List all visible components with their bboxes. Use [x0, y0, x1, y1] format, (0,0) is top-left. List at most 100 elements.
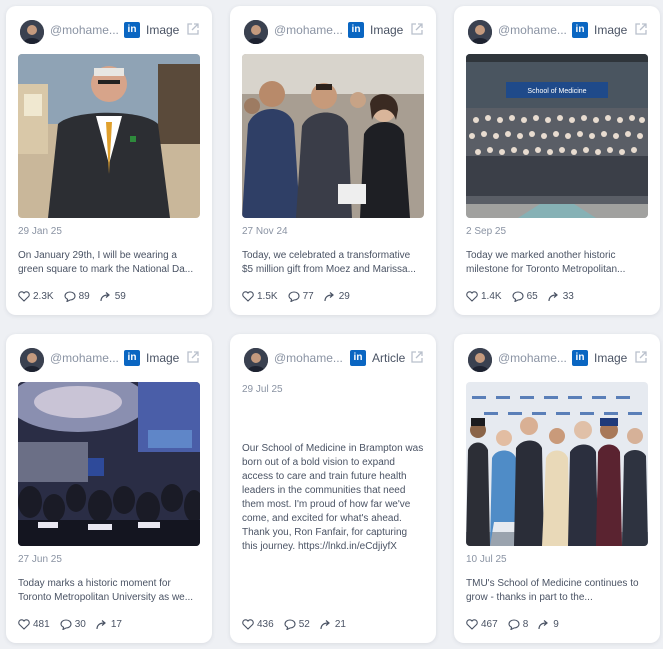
shares-count: 29 [338, 290, 350, 302]
avatar[interactable] [468, 20, 492, 44]
post-date: 29 Jan 25 [18, 226, 62, 237]
comments-count: 30 [74, 618, 86, 630]
share-icon [538, 619, 549, 629]
avatar[interactable] [244, 20, 268, 44]
post-card[interactable]: @mohame... in Article 29 Jul 25 Our Scho… [230, 334, 436, 643]
external-link-icon[interactable] [410, 350, 424, 364]
post-type-label: Image [146, 23, 180, 37]
card-header: @mohame... in Image [454, 6, 660, 54]
shares-stat: 33 [548, 291, 574, 302]
photo-sign-text: School of Medicine [527, 88, 586, 95]
linkedin-icon: in [572, 22, 588, 38]
external-link-icon[interactable] [186, 350, 200, 364]
comments-stat: 77 [288, 291, 314, 302]
avatar[interactable] [244, 348, 268, 372]
likes-stat: 1.5K [242, 291, 278, 302]
comments-stat: 30 [60, 619, 86, 630]
comment-icon [64, 290, 76, 302]
engagement-stats: 1.4K 65 33 [466, 289, 574, 303]
post-excerpt: Today, we celebrated a transformative $5… [242, 250, 416, 275]
heart-icon [242, 290, 254, 302]
post-card[interactable]: @mohame... in Image 29 Jan 25 On January… [6, 6, 212, 315]
comment-icon [288, 290, 300, 302]
author-handle[interactable]: @mohame... [498, 351, 566, 365]
comments-stat: 65 [512, 291, 538, 302]
post-card[interactable]: @mohame... in Image School of Medicine 2… [454, 6, 660, 315]
social-feed-grid: @mohame... in Image 29 Jan 25 On January… [0, 0, 663, 649]
linkedin-icon: in [348, 22, 364, 38]
engagement-stats: 1.5K 77 29 [242, 289, 350, 303]
card-header: @mohame... in Image [6, 6, 212, 54]
post-excerpt: On January 29th, I will be wearing a gre… [18, 250, 194, 275]
likes-count: 436 [257, 618, 274, 630]
comment-icon [284, 618, 296, 630]
post-image[interactable] [242, 54, 424, 218]
shares-stat: 29 [324, 291, 350, 302]
linkedin-icon: in [350, 350, 366, 366]
post-card[interactable]: @mohame... in Image 10 Jul 25 TMU's Scho… [454, 334, 660, 643]
post-date: 27 Nov 24 [242, 226, 288, 237]
linkedin-icon: in [124, 350, 140, 366]
post-card[interactable]: @mohame... in Image 27 Jun 25 Today mark… [6, 334, 212, 643]
engagement-stats: 2.3K 89 59 [18, 289, 126, 303]
comments-count: 8 [522, 618, 529, 630]
heart-icon [466, 618, 478, 630]
comments-count: 52 [298, 618, 310, 630]
likes-stat: 2.3K [18, 291, 54, 302]
share-icon [548, 291, 558, 301]
comment-icon [60, 618, 72, 630]
post-card[interactable]: @mohame... in Image 27 Nov 24 Today, we … [230, 6, 436, 315]
likes-count: 481 [33, 618, 50, 630]
comments-stat: 89 [64, 291, 90, 302]
author-handle[interactable]: @mohame... [50, 23, 118, 37]
engagement-stats: 436 52 21 [242, 617, 346, 631]
share-icon [324, 291, 334, 301]
comments-stat: 52 [284, 619, 310, 630]
likes-stat: 481 [18, 619, 50, 630]
likes-stat: 467 [466, 619, 498, 630]
shares-stat: 21 [320, 619, 346, 630]
likes-stat: 1.4K [466, 291, 502, 302]
avatar[interactable] [20, 20, 44, 44]
share-icon [320, 619, 330, 629]
post-image[interactable] [18, 54, 200, 218]
linkedin-icon: in [572, 350, 588, 366]
likes-count: 2.3K [33, 290, 54, 302]
comment-icon [512, 290, 524, 302]
external-link-icon[interactable] [186, 22, 200, 36]
card-header: @mohame... in Image [454, 334, 660, 382]
post-type-label: Article [372, 351, 406, 365]
post-image[interactable] [466, 382, 648, 546]
likes-count: 1.4K [481, 290, 502, 302]
author-handle[interactable]: @mohame... [498, 23, 566, 37]
likes-count: 1.5K [257, 290, 278, 302]
avatar[interactable] [20, 348, 44, 372]
post-body: Our School of Medicine in Brampton was b… [242, 443, 424, 552]
external-link-icon[interactable] [634, 350, 648, 364]
shares-stat: 59 [100, 291, 126, 302]
engagement-stats: 467 8 9 [466, 617, 559, 631]
author-handle[interactable]: @mohame... [50, 351, 118, 365]
comments-count: 65 [526, 290, 538, 302]
post-type-label: Image [370, 23, 404, 37]
shares-count: 17 [110, 618, 122, 630]
post-excerpt: Today we marked another historic milesto… [466, 250, 626, 275]
author-handle[interactable]: @mohame... [274, 23, 342, 37]
heart-icon [242, 618, 254, 630]
external-link-icon[interactable] [410, 22, 424, 36]
external-link-icon[interactable] [634, 22, 648, 36]
post-date: 27 Jun 25 [18, 554, 62, 565]
post-image[interactable]: School of Medicine [466, 54, 648, 218]
card-header: @mohame... in Image [230, 6, 436, 54]
author-handle[interactable]: @mohame... [274, 351, 342, 365]
post-type-label: Image [594, 351, 628, 365]
comment-icon [508, 618, 520, 630]
comments-count: 77 [302, 290, 314, 302]
post-excerpt: TMU's School of Medicine continues to gr… [466, 578, 639, 603]
comments-count: 89 [78, 290, 90, 302]
post-date: 10 Jul 25 [466, 554, 507, 565]
avatar[interactable] [468, 348, 492, 372]
likes-stat: 436 [242, 619, 274, 630]
post-image[interactable] [18, 382, 200, 546]
engagement-stats: 481 30 17 [18, 617, 122, 631]
